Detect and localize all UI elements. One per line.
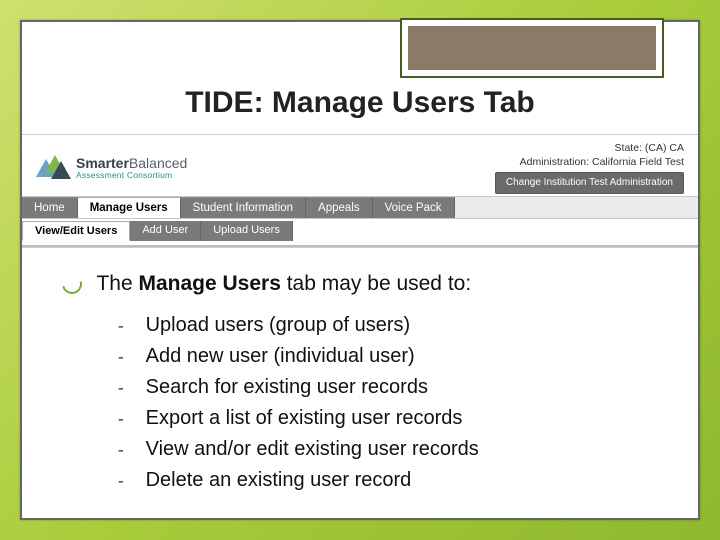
- logo-word-2: Balanced: [129, 155, 187, 171]
- state-label: State:: [615, 142, 642, 154]
- logo-subtitle: Assessment Consortium: [76, 171, 187, 180]
- dash-bullet-icon: -: [116, 408, 126, 433]
- intro-post: tab may be used to:: [281, 272, 471, 295]
- list-item-text: View and/or edit existing user records: [146, 434, 479, 465]
- list-item: -Export a list of existing user records: [116, 403, 668, 434]
- dash-bullet-icon: -: [116, 439, 126, 464]
- logo: SmarterBalanced Assessment Consortium: [36, 141, 187, 194]
- tab-voice-pack[interactable]: Voice Pack: [373, 197, 455, 218]
- app-screenshot: SmarterBalanced Assessment Consortium St…: [22, 134, 698, 248]
- logo-icon: [36, 153, 70, 181]
- admin-info: State: (CA) CA Administration: Californi…: [495, 141, 684, 194]
- app-header: SmarterBalanced Assessment Consortium St…: [22, 135, 698, 196]
- administration-label: Administration:: [520, 156, 589, 168]
- intro-pre: The: [96, 272, 138, 295]
- list-item: -Add new user (individual user): [116, 341, 668, 372]
- subtab-view-edit-users[interactable]: View/Edit Users: [22, 221, 130, 241]
- list-item-text: Export a list of existing user records: [146, 403, 463, 434]
- list-item: -View and/or edit existing user records: [116, 434, 668, 465]
- subtab-add-user[interactable]: Add User: [130, 221, 201, 241]
- intro-bold: Manage Users: [138, 272, 280, 295]
- list-item-text: Search for existing user records: [146, 372, 428, 403]
- state-value: (CA) CA: [645, 142, 684, 154]
- change-institution-button[interactable]: Change Institution Test Administration: [495, 172, 684, 194]
- tab-manage-users[interactable]: Manage Users: [78, 197, 181, 218]
- bullet-list: -Upload users (group of users)-Add new u…: [116, 310, 668, 496]
- list-item-text: Delete an existing user record: [146, 465, 412, 496]
- dash-bullet-icon: -: [116, 346, 126, 371]
- sub-tabs: View/Edit UsersAdd UserUpload Users: [22, 219, 698, 247]
- list-item-text: Add new user (individual user): [146, 341, 415, 372]
- list-item: -Delete an existing user record: [116, 465, 668, 496]
- intro-text: The Manage Users tab may be used to:: [96, 272, 471, 295]
- slide-title: TIDE: Manage Users Tab: [22, 86, 698, 120]
- administration-value: California Field Test: [592, 156, 684, 168]
- content: The Manage Users tab may be used to: -Up…: [62, 272, 668, 496]
- tab-home[interactable]: Home: [22, 197, 78, 218]
- tab-appeals[interactable]: Appeals: [306, 197, 373, 218]
- tab-student-information[interactable]: Student Information: [181, 197, 306, 218]
- list-item: -Upload users (group of users): [116, 310, 668, 341]
- decor-corner-box: [402, 20, 662, 76]
- swirl-bullet-icon: [58, 270, 85, 297]
- list-item: -Search for existing user records: [116, 372, 668, 403]
- dash-bullet-icon: -: [116, 470, 126, 495]
- subtab-upload-users[interactable]: Upload Users: [201, 221, 293, 241]
- dash-bullet-icon: -: [116, 377, 126, 402]
- list-item-text: Upload users (group of users): [146, 310, 411, 341]
- slide: TIDE: Manage Users Tab SmarterBalanced A…: [20, 20, 700, 520]
- main-tabs: HomeManage UsersStudent InformationAppea…: [22, 196, 698, 219]
- dash-bullet-icon: -: [116, 315, 126, 340]
- logo-word-1: Smarter: [76, 155, 129, 171]
